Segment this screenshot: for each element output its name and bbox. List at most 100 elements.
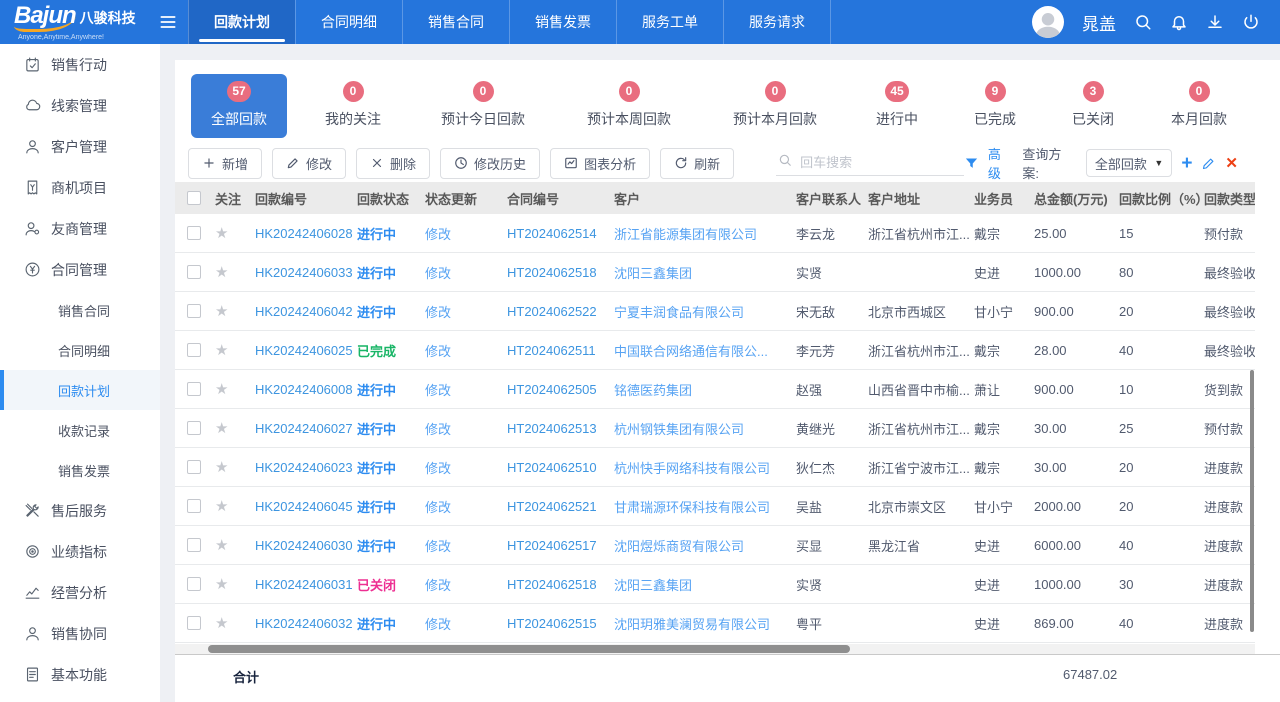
vertical-scrollbar-thumb[interactable] [1250, 370, 1254, 632]
star-icon[interactable]: ★ [215, 303, 228, 320]
nav-tab-2[interactable]: 合同明细 [295, 0, 402, 44]
sidebar-item-1[interactable]: 销售行动 [0, 44, 160, 85]
sidebar-item-13[interactable]: 业绩指标 [0, 531, 160, 572]
star-icon[interactable]: ★ [215, 459, 228, 476]
nav-tab-5[interactable]: 服务工单 [616, 0, 723, 44]
cell-update[interactable]: 修改 [425, 227, 451, 242]
horizontal-scrollbar-thumb[interactable] [208, 645, 850, 653]
advanced-filter-link[interactable]: 高级 [988, 144, 1013, 182]
cell-contract[interactable]: HT2024062514 [507, 226, 597, 241]
cell-customer[interactable]: 杭州快手网络科技有限公司 [614, 461, 770, 476]
row-checkbox[interactable] [187, 382, 201, 396]
nav-tab-4[interactable]: 销售发票 [509, 0, 616, 44]
sidebar-item-7[interactable]: 销售合同 [0, 290, 160, 330]
chart-analysis-button[interactable]: 图表分析 [550, 148, 650, 179]
nav-tab-3[interactable]: 销售合同 [402, 0, 509, 44]
cell-customer[interactable]: 浙江省能源集团有限公司 [614, 227, 757, 242]
cell-update[interactable]: 修改 [425, 578, 451, 593]
cell-customer[interactable]: 沈阳玥雅美澜贸易有限公司 [614, 617, 770, 632]
cell-contract[interactable]: HT2024062518 [507, 577, 597, 592]
add-button[interactable]: 新增 [188, 148, 262, 179]
edit-button[interactable]: 修改 [272, 148, 346, 179]
cell-contract[interactable]: HT2024062515 [507, 616, 597, 631]
delete-button[interactable]: 删除 [356, 148, 430, 179]
row-checkbox[interactable] [187, 538, 201, 552]
star-icon[interactable]: ★ [215, 264, 228, 281]
row-checkbox[interactable] [187, 265, 201, 279]
row-checkbox[interactable] [187, 226, 201, 240]
power-icon[interactable] [1242, 13, 1260, 31]
star-icon[interactable]: ★ [215, 381, 228, 398]
cell-number[interactable]: HK20242406032 [255, 616, 353, 631]
star-icon[interactable]: ★ [215, 576, 228, 593]
cell-number[interactable]: HK20242406033 [255, 265, 353, 280]
cell-number[interactable]: HK20242406023 [255, 460, 353, 475]
sidebar-item-6[interactable]: 合同管理 [0, 249, 160, 290]
download-icon[interactable] [1206, 13, 1224, 31]
status-tab-3[interactable]: 0预计今日回款 [419, 74, 547, 138]
sidebar-item-4[interactable]: 商机项目 [0, 167, 160, 208]
edit-query-plan-icon[interactable] [1201, 156, 1216, 171]
cell-number[interactable]: HK20242406025 [255, 343, 353, 358]
cell-contract[interactable]: HT2024062521 [507, 499, 597, 514]
sidebar-item-3[interactable]: 客户管理 [0, 126, 160, 167]
cell-customer[interactable]: 沈阳三鑫集团 [614, 578, 692, 593]
hamburger-menu-icon[interactable] [158, 12, 178, 32]
refresh-button[interactable]: 刷新 [660, 148, 734, 179]
row-checkbox[interactable] [187, 304, 201, 318]
status-tab-8[interactable]: 3已关闭 [1053, 74, 1133, 138]
cell-update[interactable]: 修改 [425, 422, 451, 437]
select-all-checkbox[interactable] [187, 191, 201, 205]
sidebar-item-5[interactable]: 友商管理 [0, 208, 160, 249]
star-icon[interactable]: ★ [215, 498, 228, 515]
cell-update[interactable]: 修改 [425, 305, 451, 320]
row-checkbox[interactable] [187, 616, 201, 630]
cell-number[interactable]: HK20242406027 [255, 421, 353, 436]
cell-contract[interactable]: HT2024062505 [507, 382, 597, 397]
star-icon[interactable]: ★ [215, 537, 228, 554]
cell-update[interactable]: 修改 [425, 461, 451, 476]
cell-update[interactable]: 修改 [425, 383, 451, 398]
status-tab-6[interactable]: 45进行中 [857, 74, 937, 138]
row-checkbox[interactable] [187, 577, 201, 591]
sidebar-item-16[interactable]: 基本功能 [0, 654, 160, 695]
nav-tab-1[interactable]: 回款计划 [188, 0, 295, 44]
sidebar-item-2[interactable]: 线索管理 [0, 85, 160, 126]
cell-number[interactable]: HK20242406008 [255, 382, 353, 397]
sidebar-item-12[interactable]: 售后服务 [0, 490, 160, 531]
cell-number[interactable]: HK20242406031 [255, 577, 353, 592]
status-tab-9[interactable]: 0本月回款 [1151, 74, 1247, 138]
status-tab-1[interactable]: 57全部回款 [191, 74, 287, 138]
cell-customer[interactable]: 沈阳煜烁商贸有限公司 [614, 539, 744, 554]
search-input[interactable] [798, 154, 948, 171]
cell-update[interactable]: 修改 [425, 617, 451, 632]
sidebar-item-10[interactable]: 收款记录 [0, 410, 160, 450]
sidebar-item-8[interactable]: 合同明细 [0, 330, 160, 370]
cell-update[interactable]: 修改 [425, 539, 451, 554]
star-icon[interactable]: ★ [215, 342, 228, 359]
cell-contract[interactable]: HT2024062517 [507, 538, 597, 553]
sidebar-item-15[interactable]: 销售协同 [0, 613, 160, 654]
star-icon[interactable]: ★ [215, 225, 228, 242]
cell-customer[interactable]: 中国联合网络通信有限公... [614, 344, 768, 359]
add-query-plan-button[interactable]: + [1181, 154, 1192, 173]
cell-contract[interactable]: HT2024062510 [507, 460, 597, 475]
cell-customer[interactable]: 宁夏丰润食品有限公司 [614, 305, 744, 320]
status-tab-7[interactable]: 9已完成 [955, 74, 1035, 138]
cell-customer[interactable]: 沈阳三鑫集团 [614, 266, 692, 281]
sidebar-item-14[interactable]: 经营分析 [0, 572, 160, 613]
status-tab-4[interactable]: 0预计本周回款 [565, 74, 693, 138]
star-icon[interactable]: ★ [215, 615, 228, 632]
cell-customer[interactable]: 铭德医药集团 [614, 383, 692, 398]
avatar[interactable] [1032, 6, 1064, 38]
filter-funnel-icon[interactable] [964, 156, 979, 171]
cell-contract[interactable]: HT2024062518 [507, 265, 597, 280]
status-tab-5[interactable]: 0预计本月回款 [711, 74, 839, 138]
delete-query-plan-icon[interactable]: ✕ [1225, 154, 1238, 172]
cell-number[interactable]: HK20242406042 [255, 304, 353, 319]
nav-tab-6[interactable]: 服务请求 [723, 0, 831, 44]
cell-number[interactable]: HK20242406028 [255, 226, 353, 241]
row-checkbox[interactable] [187, 343, 201, 357]
query-plan-select[interactable]: 全部回款 ▼ [1086, 149, 1173, 177]
search-icon[interactable] [1134, 13, 1152, 31]
